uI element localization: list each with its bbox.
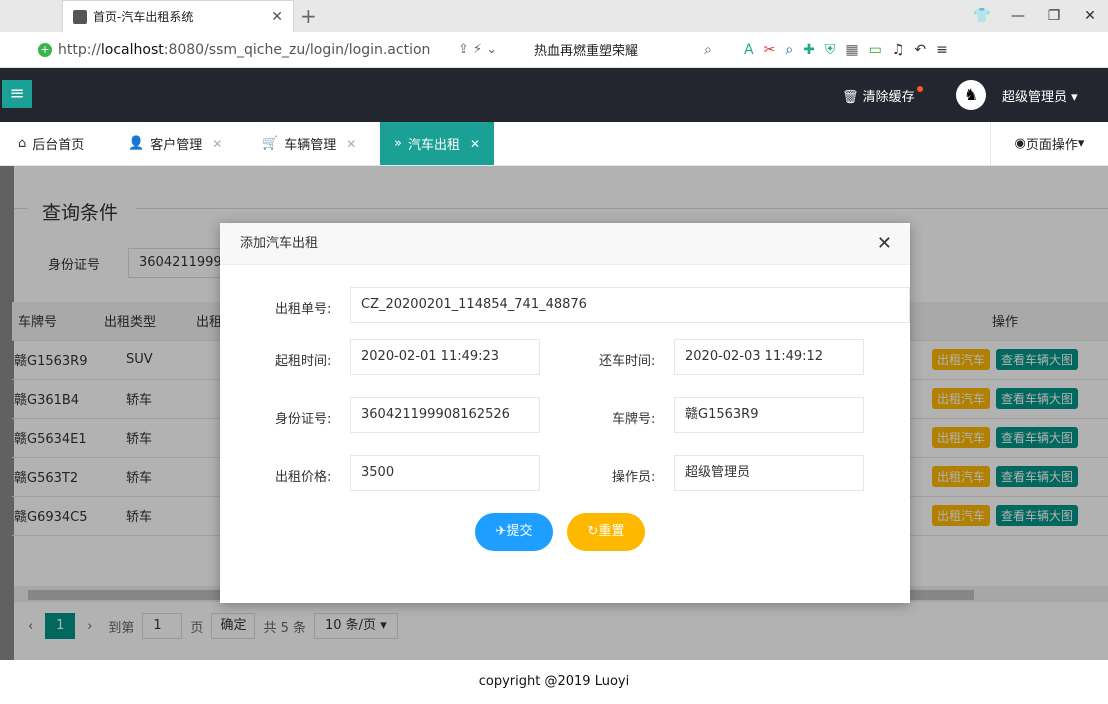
browser-tab[interactable]: 首页-汽车出租系统 ✕: [62, 0, 294, 32]
secure-icon: +: [38, 42, 52, 57]
price-label: 出租价格:: [275, 470, 332, 485]
game-icon[interactable]: ✚: [803, 42, 815, 58]
page-tabs: ⌂ 后台首页 👤 客户管理 ✕ 🛒 车辆管理 ✕ » 汽车出租 ✕ ◉ 页面操作 ▾: [0, 122, 1108, 166]
operator-field[interactable]: 超级管理员: [674, 455, 864, 491]
order-label: 出租单号:: [275, 302, 332, 317]
browser-tab-title: 首页-汽车出租系统: [93, 10, 194, 24]
trash-icon: 🗑: [842, 90, 859, 105]
plate-field[interactable]: 赣G1563R9: [674, 397, 864, 433]
close-icon[interactable]: ✕: [470, 137, 480, 151]
start-time-label: 起租时间:: [275, 354, 332, 369]
dialog-header: 添加汽车出租 ✕: [220, 223, 910, 265]
battery-icon[interactable]: ▭: [869, 42, 882, 58]
plate-label: 车牌号:: [612, 412, 656, 427]
tab-customers[interactable]: 👤 客户管理 ✕: [128, 122, 222, 165]
close-icon[interactable]: ✕: [877, 223, 892, 265]
id-number-label: 身份证号:: [275, 412, 332, 427]
cut-icon[interactable]: ✂: [764, 42, 776, 58]
shield-icon[interactable]: ⛨: [825, 42, 836, 58]
clear-cache-button[interactable]: 🗑 清除缓存: [842, 86, 923, 105]
home-icon: ⌂: [18, 136, 27, 151]
favicon-icon: [73, 9, 87, 24]
minimize-icon[interactable]: —: [1000, 0, 1036, 32]
close-window-icon[interactable]: ✕: [1072, 0, 1108, 32]
order-number-field[interactable]: CZ_20200201_114854_741_48876: [350, 287, 910, 323]
double-chevron-icon: »: [394, 136, 402, 151]
notice-dot: [916, 86, 923, 92]
footer: copyright @2019 Luoyi: [0, 660, 1108, 704]
return-time-field[interactable]: 2020-02-03 11:49:12: [674, 339, 864, 375]
tab-vehicles[interactable]: 🛒 车辆管理 ✕: [262, 122, 356, 165]
hamburger-menu-icon[interactable]: ≡: [2, 80, 32, 108]
circle-icon: ◉: [1014, 136, 1026, 151]
tab-home[interactable]: ⌂ 后台首页: [18, 122, 84, 165]
new-tab-icon[interactable]: +: [300, 4, 317, 28]
window-controls: 👕 — ❐ ✕: [964, 0, 1108, 32]
add-rental-dialog: 添加汽车出租 ✕ 出租单号: CZ_20200201_114854_741_48…: [220, 223, 910, 603]
close-icon[interactable]: ✕: [346, 137, 356, 151]
page-operations-dropdown[interactable]: ◉ 页面操作 ▾: [990, 122, 1108, 165]
undo-icon[interactable]: ↶: [914, 42, 926, 58]
browser-tab-bar: 首页-汽车出租系统 ✕ + 👕 — ❐ ✕: [0, 0, 1108, 32]
start-time-field[interactable]: 2020-02-01 11:49:23: [350, 339, 540, 375]
id-number-field[interactable]: 360421199908162526: [350, 397, 540, 433]
search-icon[interactable]: ⌕: [704, 42, 744, 58]
skin-icon[interactable]: 👕: [964, 0, 1000, 32]
cart-icon: 🛒: [262, 136, 279, 151]
close-icon[interactable]: ✕: [212, 137, 222, 151]
avatar[interactable]: ♞: [956, 80, 986, 110]
price-field[interactable]: 3500: [350, 455, 540, 491]
headphone-icon[interactable]: ♫: [892, 42, 905, 58]
send-icon: ✈: [495, 524, 507, 539]
user-icon: 👤: [128, 136, 145, 151]
restore-icon[interactable]: ❐: [1036, 0, 1072, 32]
user-menu[interactable]: 超级管理员 ▾: [1002, 86, 1078, 105]
share-icon[interactable]: ⇪ ⚡ ⌄: [458, 42, 534, 57]
close-tab-icon[interactable]: ✕: [271, 9, 283, 25]
submit-button[interactable]: ✈提交: [475, 513, 553, 551]
app-header: ≡ 🗑 清除缓存 ♞ 超级管理员 ▾: [0, 68, 1108, 122]
return-time-label: 还车时间:: [599, 354, 656, 369]
url-field[interactable]: http://localhost:8080/ssm_qiche_zu/login…: [58, 42, 458, 58]
reset-button[interactable]: ↻重置: [567, 513, 645, 551]
tab-rental[interactable]: » 汽车出租 ✕: [380, 122, 495, 165]
browser-toolbar: A ✂ ⌕ ✚ ⛨ ▦ ▭ ♫ ↶ ≡: [744, 42, 948, 58]
menu-icon[interactable]: ≡: [936, 42, 948, 58]
operator-label: 操作员:: [612, 470, 656, 485]
apps-icon[interactable]: ▦: [845, 42, 858, 58]
browser-search-input[interactable]: 热血再燃重塑荣耀: [534, 40, 704, 59]
translate-icon[interactable]: A: [744, 42, 754, 58]
address-bar: + http://localhost:8080/ssm_qiche_zu/log…: [0, 32, 1108, 68]
refresh-icon: ↻: [587, 524, 599, 539]
find-icon[interactable]: ⌕: [785, 42, 793, 58]
dialog-title: 添加汽车出租: [240, 236, 319, 251]
